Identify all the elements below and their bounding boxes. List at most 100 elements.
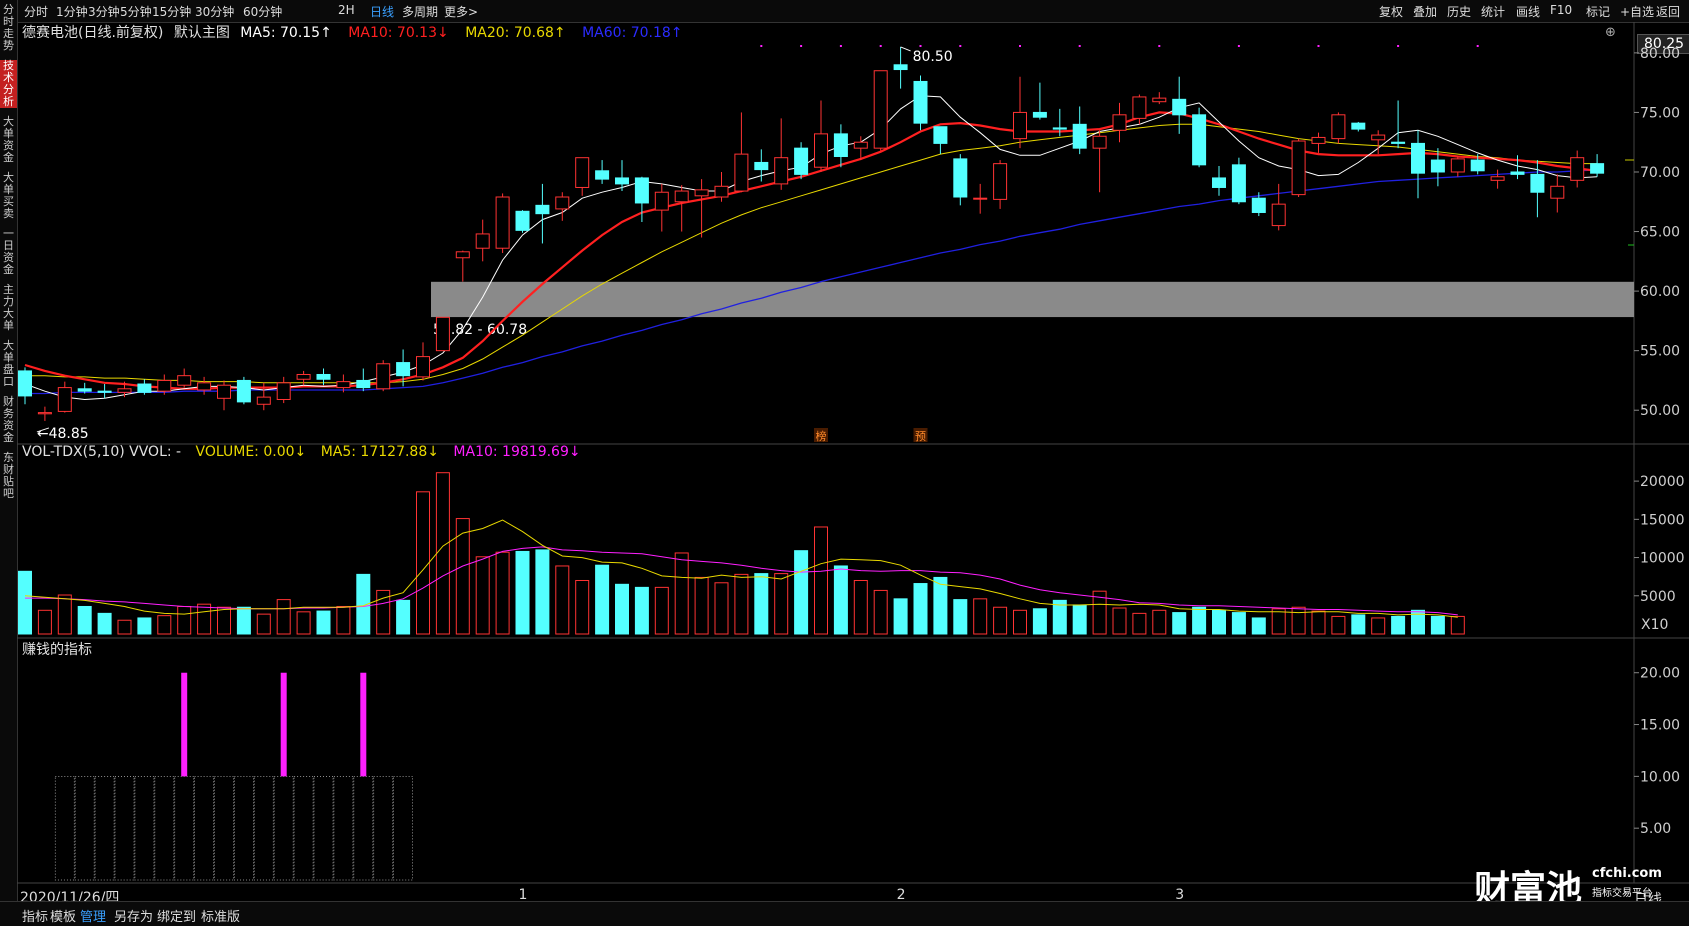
- indicator-box: [74, 775, 95, 881]
- volume-bar: [296, 611, 311, 635]
- candle-body: [276, 382, 291, 400]
- candle-body: [953, 158, 968, 198]
- candle-body: [814, 133, 828, 168]
- candle-body: [913, 80, 928, 124]
- signal-dot: [879, 45, 882, 47]
- candle-body: [515, 210, 530, 231]
- ind-y-tick-label: 15.00: [1640, 718, 1680, 734]
- candle-body: [1411, 142, 1425, 174]
- volume-bar: [853, 579, 868, 635]
- volume-bar: [754, 573, 769, 635]
- indicator-box: [174, 775, 195, 881]
- volume-bar: [913, 583, 928, 635]
- price-band: [431, 281, 1634, 318]
- volume-bar: [794, 550, 809, 635]
- volume-bar: [1032, 608, 1047, 635]
- candle-body: [634, 177, 649, 204]
- signal-dot: [1397, 45, 1400, 47]
- candle-body: [1490, 176, 1505, 181]
- volume-bar: [953, 599, 968, 635]
- candle-body: [1570, 157, 1585, 181]
- volume-bar: [197, 603, 212, 635]
- signal-dot: [1476, 45, 1479, 47]
- volume-bar: [1152, 609, 1167, 635]
- volume-bar: [1271, 608, 1286, 635]
- chart-canvas[interactable]: 80.0075.0070.0065.0060.0055.0050.0057.82…: [0, 0, 1689, 925]
- indicator-box: [214, 775, 234, 881]
- candle-body: [555, 196, 570, 210]
- volume-bar: [1251, 617, 1266, 635]
- volume-bar: [654, 586, 669, 635]
- candle-body: [1470, 159, 1485, 172]
- volume-bar: [1192, 606, 1207, 635]
- candle-body: [973, 197, 988, 200]
- y-tick-label: 55.00: [1640, 344, 1680, 360]
- volume-bar: [1231, 612, 1246, 635]
- volume-bar: [1450, 615, 1465, 635]
- candle-body: [1192, 114, 1207, 166]
- candle-body: [1430, 159, 1445, 173]
- ma5-line: [24, 95, 1598, 401]
- y-tick-label: 60.00: [1640, 284, 1680, 300]
- candle-body: [197, 382, 212, 391]
- ma10-line: [24, 111, 1598, 390]
- y-tick-label: 75.00: [1640, 105, 1680, 121]
- candle-body: [993, 163, 1008, 200]
- candle-body: [674, 190, 689, 203]
- candle-body: [376, 363, 391, 390]
- signal-dot: [1317, 45, 1320, 47]
- candle-body: [157, 379, 172, 392]
- vol-y-tick-label: 10000: [1640, 551, 1685, 567]
- indicator-box: [134, 775, 155, 881]
- volume-bar: [893, 598, 908, 635]
- y-tick-label: 50.00: [1640, 403, 1680, 419]
- volume-bar: [694, 576, 709, 635]
- volume-bar: [217, 606, 231, 635]
- volume-bar: [1291, 606, 1306, 635]
- bottom-tab[interactable]: 绑定到: [157, 906, 196, 925]
- indicator-box: [114, 775, 135, 881]
- candle-body: [217, 384, 231, 399]
- candle-body: [933, 126, 948, 144]
- candle-body: [1231, 164, 1246, 203]
- volume-bar: [555, 565, 570, 635]
- candle-body: [236, 379, 251, 403]
- candle-body: [97, 390, 112, 393]
- indicator-bar: [280, 672, 287, 777]
- indicator-box: [253, 775, 274, 881]
- volume-bar: [714, 582, 729, 635]
- candle-body: [615, 177, 629, 185]
- volume-bar: [634, 586, 649, 635]
- signal-dot: [959, 45, 962, 47]
- indicator-box: [54, 775, 75, 881]
- high-pointer: [900, 46, 911, 52]
- candle-body: [1590, 163, 1605, 174]
- candle-body: [654, 191, 669, 211]
- volume-bar: [177, 605, 192, 635]
- bottom-tab[interactable]: 管理: [80, 906, 106, 925]
- candle-body: [177, 375, 192, 386]
- volume-bar: [495, 551, 510, 635]
- volume-bar: [276, 599, 291, 635]
- candle-body: [1510, 171, 1525, 175]
- vol-y-tick-label: 20000: [1640, 474, 1685, 490]
- candle-body: [1052, 127, 1067, 130]
- volume-bar: [236, 606, 251, 635]
- volume-bar: [515, 550, 530, 635]
- bottom-tab[interactable]: 另存为: [114, 906, 153, 925]
- volume-bar: [1331, 615, 1346, 635]
- candle-body: [575, 157, 590, 188]
- candle-body: [57, 387, 72, 412]
- volume-bar: [77, 605, 92, 635]
- bottom-tab[interactable]: 指标: [22, 906, 48, 925]
- low-label: ←48.85: [37, 426, 89, 442]
- indicator-box: [333, 775, 354, 881]
- candle-body: [694, 189, 709, 197]
- bottom-tab[interactable]: 标准版: [201, 906, 240, 925]
- candle-body: [1013, 111, 1027, 140]
- event-marker: 榜: [816, 429, 827, 443]
- candle-body: [893, 64, 908, 71]
- volume-bar: [1430, 615, 1445, 635]
- bottom-tab[interactable]: 模板: [50, 906, 76, 925]
- candle-body: [356, 379, 371, 389]
